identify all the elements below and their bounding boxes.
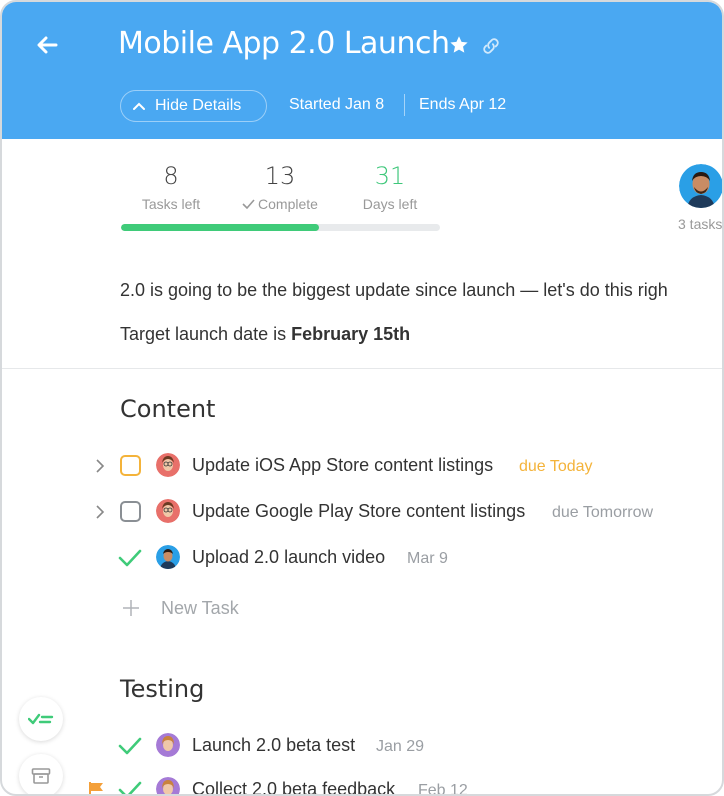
tasks-view-button[interactable]	[19, 697, 63, 741]
section-title-content: Content	[120, 395, 216, 423]
stat-tasks-left: 8 Tasks left	[121, 162, 221, 212]
flag-icon	[89, 782, 103, 794]
new-task-label: New Task	[161, 598, 239, 618]
project-description: 2.0 is going to be the biggest update si…	[120, 280, 668, 300]
assignee-task-count: 3 tasks	[678, 216, 723, 232]
checkmark-icon[interactable]	[118, 547, 142, 569]
hide-details-label: Hide Details	[155, 97, 242, 114]
target-date-line: Target launch date is February 15th	[120, 324, 411, 344]
stat-label: Days left	[362, 196, 418, 212]
task-name[interactable]: Upload 2.0 launch video	[192, 547, 385, 568]
back-button[interactable]	[32, 30, 62, 60]
stat-value: 31	[374, 162, 406, 190]
stat-label: Complete	[230, 196, 330, 212]
task-name[interactable]: Launch 2.0 beta test	[192, 735, 355, 756]
task-due-date: Mar 9	[407, 550, 448, 567]
stat-label: Tasks left	[141, 196, 201, 212]
checkmark-icon[interactable]	[118, 779, 142, 796]
project-progress-bar	[121, 224, 440, 231]
divider	[2, 368, 722, 369]
chevron-up-icon	[133, 102, 145, 110]
stat-value: 8	[163, 162, 179, 190]
archive-icon	[31, 768, 51, 784]
checkmark-icon[interactable]	[118, 735, 142, 757]
stat-days-left: 31 Days left	[340, 162, 440, 212]
task-row[interactable]: Update iOS App Store content listings du…	[2, 446, 722, 486]
task-row[interactable]: Upload 2.0 launch video Mar 9	[2, 538, 722, 578]
task-due-date: Jan 29	[376, 738, 425, 755]
avatar[interactable]	[679, 164, 722, 208]
task-due-date: due Tomorrow	[552, 504, 654, 521]
start-date: Started Jan 8	[289, 96, 385, 113]
checkmark-icon	[242, 199, 255, 210]
avatar	[156, 777, 180, 794]
task-row[interactable]: Update Google Play Store content listing…	[2, 492, 722, 532]
task-due-date: Feb 12	[418, 782, 468, 796]
target-date: February 15th	[291, 324, 411, 344]
task-row[interactable]: Collect 2.0 beta feedback Feb 12	[2, 770, 722, 796]
stat-complete: 13 Complete	[230, 162, 330, 212]
star-icon[interactable]	[448, 34, 470, 56]
chevron-right-icon[interactable]	[92, 458, 108, 474]
project-title: Mobile App 2.0 Launch	[118, 26, 450, 61]
task-name[interactable]: Collect 2.0 beta feedback	[192, 779, 395, 794]
task-checkbox[interactable]	[120, 455, 141, 476]
avatar	[156, 453, 180, 477]
app-window: Mobile App 2.0 Launch Hide Details Start…	[0, 0, 724, 796]
plus-icon	[123, 600, 139, 616]
progress-fill	[121, 224, 319, 231]
meta-divider	[404, 94, 405, 116]
back-arrow-icon	[37, 36, 58, 54]
avatar	[156, 545, 180, 569]
hide-details-button[interactable]: Hide Details	[120, 90, 267, 122]
stat-value: 13	[264, 162, 296, 190]
task-due-date: due Today	[519, 458, 593, 475]
task-row[interactable]: Launch 2.0 beta test Jan 29	[2, 726, 722, 766]
avatar	[156, 733, 180, 757]
archive-button[interactable]	[19, 754, 63, 794]
task-name[interactable]: Update Google Play Store content listing…	[192, 501, 525, 522]
task-checkbox[interactable]	[120, 501, 141, 522]
avatar	[156, 499, 180, 523]
chevron-right-icon[interactable]	[92, 504, 108, 520]
end-date: Ends Apr 12	[419, 96, 507, 113]
task-name[interactable]: Update iOS App Store content listings	[192, 455, 493, 476]
project-header: Mobile App 2.0 Launch Hide Details Start…	[2, 2, 722, 139]
link-icon[interactable]	[480, 35, 502, 57]
section-title-testing: Testing	[120, 675, 205, 703]
tasks-icon	[28, 713, 54, 725]
